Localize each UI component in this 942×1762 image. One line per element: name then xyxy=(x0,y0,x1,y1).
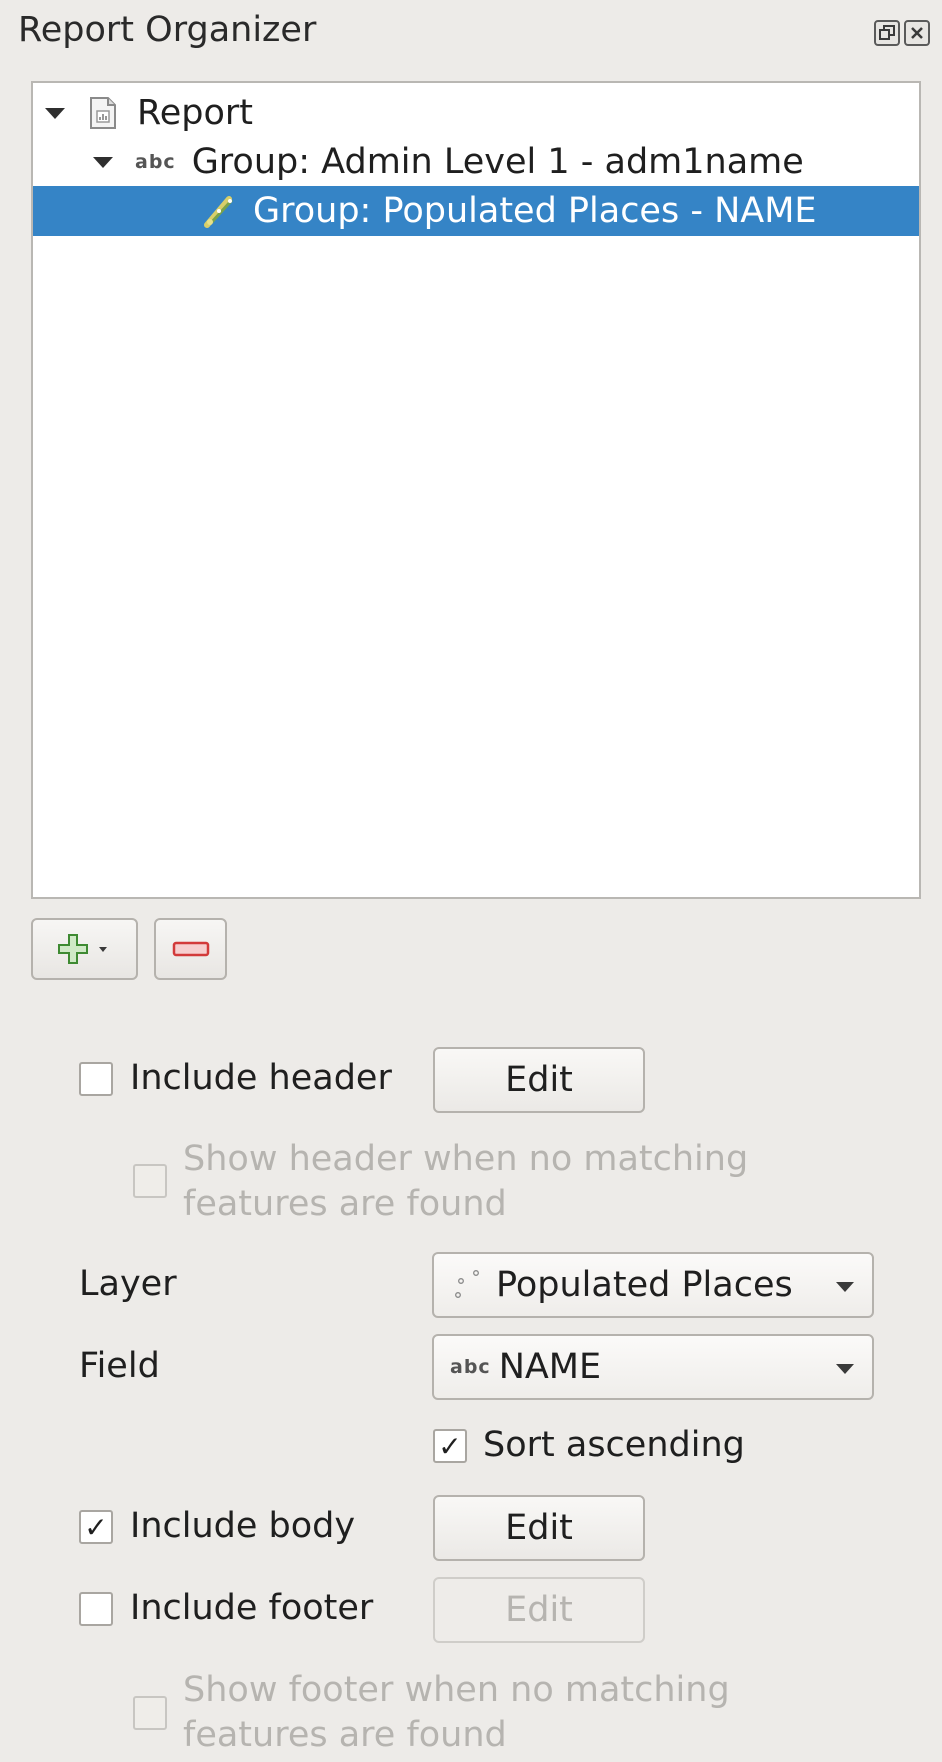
add-section-button[interactable] xyxy=(31,918,138,980)
include-body-label: Include body xyxy=(130,1506,356,1546)
tree-item-report[interactable]: Report xyxy=(33,88,919,138)
field-combobox[interactable]: abc NAME xyxy=(432,1334,874,1400)
expand-arrow-icon[interactable] xyxy=(93,156,113,168)
layer-combobox[interactable]: Populated Places xyxy=(432,1252,874,1318)
edit-header-button[interactable]: Edit xyxy=(433,1047,645,1113)
panel-title: Report Organizer xyxy=(18,10,317,50)
edit-body-button[interactable]: Edit xyxy=(433,1495,645,1561)
report-tree[interactable]: Report abc Group: Admin Level 1 - adm1na… xyxy=(31,81,921,899)
layer-value: Populated Places xyxy=(496,1265,793,1305)
expand-arrow-icon[interactable] xyxy=(45,107,65,119)
field-label: Field xyxy=(79,1346,160,1386)
point-layer-icon xyxy=(201,193,237,229)
tree-item-label: Group: Admin Level 1 - adm1name xyxy=(191,142,804,182)
include-body-checkbox[interactable]: ✓ xyxy=(79,1510,113,1544)
chevron-down-icon xyxy=(836,1282,854,1292)
tree-item-admin-group[interactable]: abc Group: Admin Level 1 - adm1name xyxy=(33,137,919,187)
sort-ascending-label: Sort ascending xyxy=(483,1425,745,1465)
sort-ascending-checkbox[interactable]: ✓ xyxy=(433,1429,467,1463)
close-panel-button[interactable] xyxy=(904,20,930,46)
include-header-checkbox[interactable] xyxy=(79,1062,113,1096)
include-header-label: Include header xyxy=(130,1058,392,1098)
tree-item-label: Group: Populated Places - NAME xyxy=(253,191,817,231)
show-header-empty-label: Show header when no matching features ar… xyxy=(183,1139,749,1224)
show-header-empty-checkbox[interactable] xyxy=(133,1164,167,1198)
float-panel-button[interactable] xyxy=(874,20,900,46)
report-icon xyxy=(89,97,117,129)
tree-item-label: Report xyxy=(137,93,254,133)
show-footer-empty-label: Show footer when no matching features ar… xyxy=(183,1670,730,1755)
include-footer-checkbox[interactable] xyxy=(79,1592,113,1626)
show-footer-empty-checkbox[interactable] xyxy=(133,1696,167,1730)
include-footer-label: Include footer xyxy=(130,1588,374,1628)
layer-label: Layer xyxy=(79,1264,177,1304)
panel-title-buttons xyxy=(874,20,930,46)
close-icon xyxy=(911,27,923,39)
point-layer-icon xyxy=(452,1269,482,1301)
text-field-icon: abc xyxy=(450,1356,491,1378)
add-section-icon xyxy=(57,934,107,964)
text-field-icon: abc xyxy=(135,151,176,173)
float-icon xyxy=(879,25,895,40)
edit-footer-button[interactable]: Edit xyxy=(433,1577,645,1643)
field-value: NAME xyxy=(498,1347,602,1387)
remove-section-icon xyxy=(172,941,209,957)
remove-section-button[interactable] xyxy=(154,918,227,980)
tree-item-populated-places-group[interactable]: Group: Populated Places - NAME xyxy=(33,186,919,236)
chevron-down-icon xyxy=(836,1364,854,1374)
